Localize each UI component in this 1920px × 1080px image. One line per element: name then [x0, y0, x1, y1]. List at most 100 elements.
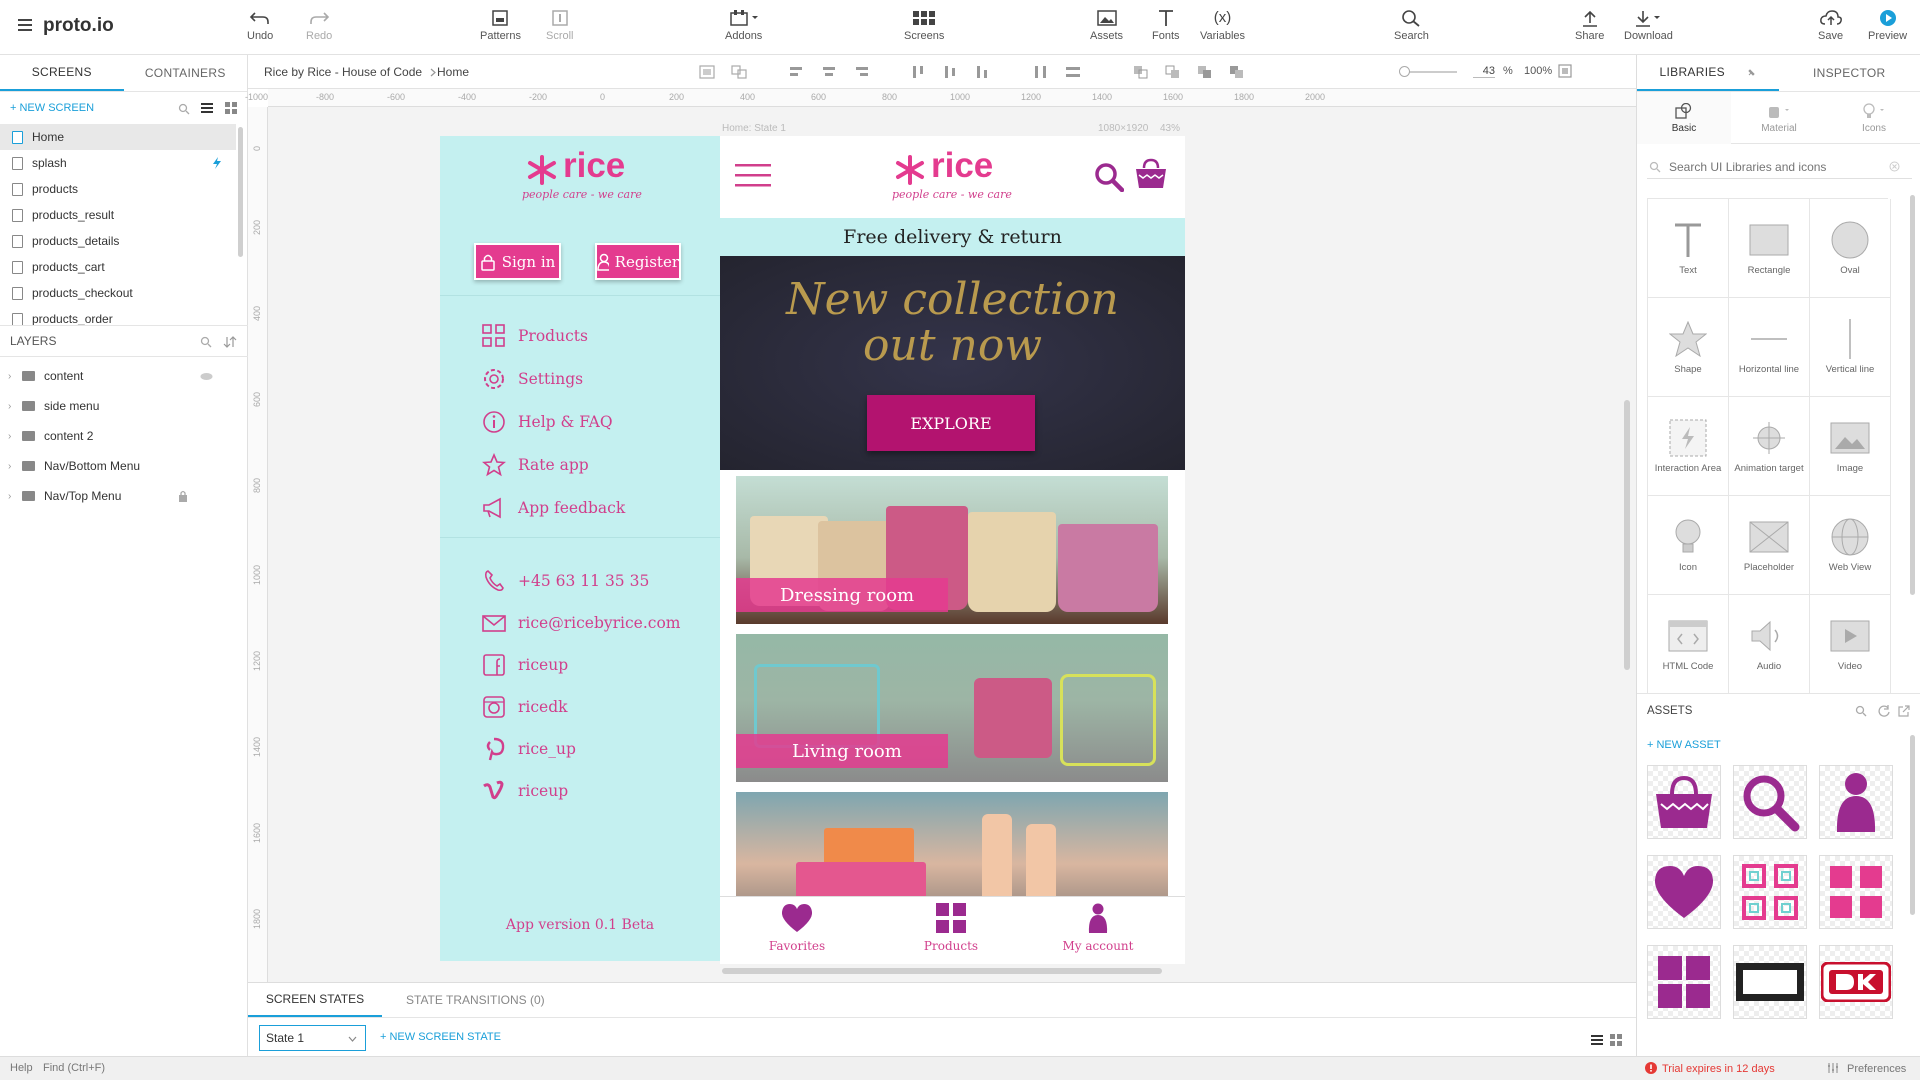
- menu-item-help[interactable]: Help & FAQ: [482, 410, 613, 434]
- trial-notice[interactable]: Trial expires in 12 days: [1662, 1063, 1775, 1075]
- asset-dk-logo[interactable]: [1819, 945, 1893, 1019]
- search-button[interactable]: Search: [1394, 9, 1429, 42]
- group-icon[interactable]: [698, 64, 716, 80]
- shopping-bag-icon[interactable]: [1135, 158, 1167, 190]
- lib-tab-basic[interactable]: Basic: [1637, 92, 1731, 144]
- chevron-right-icon[interactable]: ›: [8, 401, 22, 412]
- grid-view-icon[interactable]: [225, 102, 237, 114]
- side-menu-preview[interactable]: rice people care - we care Sign in Regis…: [440, 136, 720, 961]
- search-assets-icon[interactable]: [1855, 705, 1867, 717]
- component-oval[interactable]: Oval: [1810, 199, 1891, 298]
- breadcrumb-screen[interactable]: Home: [437, 65, 469, 79]
- pin-icon[interactable]: [1747, 68, 1756, 77]
- clear-search-icon[interactable]: [1889, 161, 1900, 172]
- scroll-button[interactable]: Scroll: [546, 9, 574, 42]
- component-shape[interactable]: Shape: [1648, 298, 1729, 397]
- open-external-icon[interactable]: [1898, 705, 1910, 717]
- download-button[interactable]: Download: [1624, 9, 1673, 42]
- send-to-back-icon[interactable]: [1228, 64, 1246, 80]
- component-text[interactable]: Text: [1648, 199, 1729, 298]
- screen-item-home[interactable]: Home: [0, 124, 236, 150]
- hidden-eye-icon[interactable]: [200, 372, 213, 381]
- bring-forward-icon[interactable]: [1132, 64, 1150, 80]
- fonts-button[interactable]: Fonts: [1152, 9, 1180, 42]
- tab-screen-states[interactable]: SCREEN STATES: [248, 983, 382, 1017]
- component-placeholder[interactable]: Placeholder: [1729, 496, 1810, 595]
- bring-to-front-icon[interactable]: [1196, 64, 1214, 80]
- fit-screen-icon[interactable]: [1558, 64, 1572, 78]
- assets-scrollbar[interactable]: [1910, 735, 1915, 915]
- contact-email[interactable]: rice@ricebyrice.com: [482, 611, 680, 635]
- component-vertical-line[interactable]: Vertical line: [1810, 298, 1891, 397]
- component-image[interactable]: Image: [1810, 397, 1891, 496]
- library-scrollbar[interactable]: [1910, 195, 1915, 595]
- screen-item-products-cart[interactable]: products_cart: [0, 254, 236, 280]
- lib-tab-icons[interactable]: Icons: [1827, 92, 1920, 144]
- save-button[interactable]: Save: [1818, 9, 1843, 42]
- component-interaction-area[interactable]: Interaction Area: [1648, 397, 1729, 496]
- asset-grid-outline[interactable]: [1733, 855, 1807, 929]
- canvas-vertical-scrollbar[interactable]: [1624, 400, 1630, 670]
- contact-pinterest[interactable]: rice_up: [482, 737, 576, 761]
- screen-item-products[interactable]: products: [0, 176, 236, 202]
- component-rectangle[interactable]: Rectangle: [1729, 199, 1810, 298]
- zoom-slider-track[interactable]: [1402, 71, 1457, 73]
- asset-shopping-bag[interactable]: [1647, 765, 1721, 839]
- tab-containers[interactable]: CONTAINERS: [124, 55, 248, 91]
- component-web-view[interactable]: Web View: [1810, 496, 1891, 595]
- new-asset-button[interactable]: + NEW ASSET: [1647, 739, 1721, 751]
- tab-libraries[interactable]: LIBRARIES: [1637, 55, 1779, 91]
- tab-state-transitions[interactable]: STATE TRANSITIONS (0): [406, 983, 566, 1017]
- component-audio[interactable]: Audio: [1729, 595, 1810, 694]
- new-screen-state-button[interactable]: + NEW SCREEN STATE: [380, 1031, 501, 1043]
- chevron-right-icon[interactable]: ›: [8, 431, 22, 442]
- screen-item-products-details[interactable]: products_details: [0, 228, 236, 254]
- distribute-vertical-icon[interactable]: [1064, 64, 1082, 80]
- asset-card[interactable]: [1733, 945, 1807, 1019]
- component-html-code[interactable]: HTML Code: [1648, 595, 1729, 694]
- align-top-icon[interactable]: [910, 64, 928, 80]
- asset-user[interactable]: [1819, 765, 1893, 839]
- redo-button[interactable]: Redo: [306, 9, 332, 42]
- grid-view-icon[interactable]: [1610, 1034, 1622, 1046]
- search-icon[interactable]: [1094, 162, 1124, 192]
- distribute-horizontal-icon[interactable]: [1032, 64, 1050, 80]
- search-layers-icon[interactable]: [200, 336, 212, 348]
- preferences-link[interactable]: Preferences: [1847, 1063, 1906, 1075]
- menu-item-settings[interactable]: Settings: [482, 367, 583, 391]
- contact-instagram[interactable]: ricedk: [482, 695, 568, 719]
- undo-button[interactable]: Undo: [247, 9, 273, 42]
- component-animation-target[interactable]: Animation target: [1729, 397, 1810, 496]
- chevron-right-icon[interactable]: ›: [8, 371, 22, 382]
- lock-icon[interactable]: [178, 490, 188, 502]
- zoom-100-button[interactable]: 100%: [1524, 65, 1552, 77]
- tab-inspector[interactable]: INSPECTOR: [1779, 55, 1920, 91]
- send-backward-icon[interactable]: [1164, 64, 1182, 80]
- search-screens-icon[interactable]: [178, 103, 190, 115]
- align-bottom-icon[interactable]: [974, 64, 992, 80]
- library-search-input[interactable]: [1669, 159, 1889, 174]
- list-view-icon[interactable]: [1591, 1034, 1603, 1046]
- menu-item-rate-app[interactable]: Rate app: [482, 453, 589, 477]
- hamburger-menu-icon[interactable]: [735, 164, 771, 188]
- list-view-icon[interactable]: [201, 102, 213, 114]
- zoom-value-input[interactable]: 43: [1473, 65, 1495, 78]
- breadcrumb-project[interactable]: Rice by Rice - House of Code: [264, 65, 422, 79]
- category-card-living-room[interactable]: Living room: [736, 634, 1168, 782]
- align-right-icon[interactable]: [852, 64, 870, 80]
- help-link[interactable]: Help: [10, 1062, 33, 1074]
- menu-item-products[interactable]: Products: [482, 324, 588, 348]
- screen-item-splash[interactable]: splash: [0, 150, 236, 176]
- screen-item-products-checkout[interactable]: products_checkout: [0, 280, 236, 306]
- asset-heart[interactable]: [1647, 855, 1721, 929]
- contact-phone[interactable]: +45 63 11 35 35: [482, 569, 649, 593]
- explore-button[interactable]: EXPLORE: [867, 395, 1035, 451]
- screens-button[interactable]: Screens: [904, 9, 944, 42]
- contact-vimeo[interactable]: riceup: [482, 779, 568, 803]
- addons-button[interactable]: Addons: [725, 9, 762, 42]
- screens-scrollbar[interactable]: [238, 127, 243, 257]
- preview-button[interactable]: Preview: [1868, 9, 1907, 42]
- share-button[interactable]: Share: [1575, 9, 1604, 42]
- canvas-horizontal-scrollbar[interactable]: [722, 968, 1162, 974]
- home-screen-preview[interactable]: rice people care - we care Free delivery…: [720, 136, 1185, 964]
